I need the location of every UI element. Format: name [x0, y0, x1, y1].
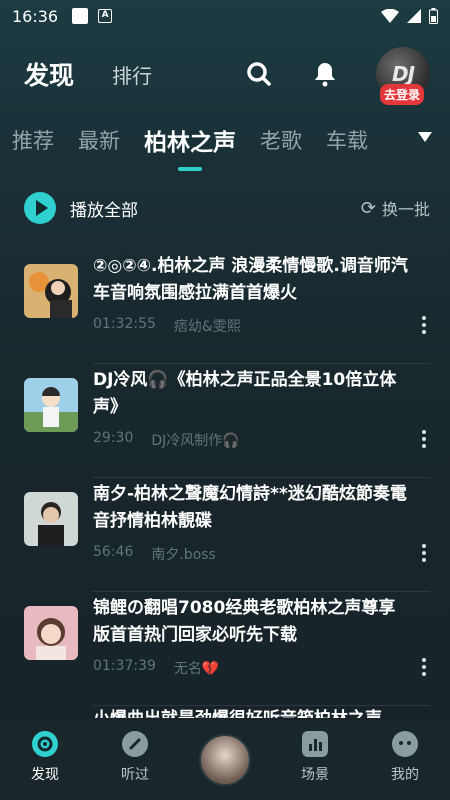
notification-button[interactable] [310, 59, 340, 89]
nav-label: 我的 [391, 767, 419, 783]
list-item[interactable]: 南夕-柏林之聲魔幻情詩**迷幻酷炫節奏電音抒情柏林靚碟 56:46 南夕.bos… [0, 478, 450, 592]
list-item[interactable]: ②◎②④.柏林之声 浪漫柔情慢歌.调音师汽车音响氛围感拉满首首爆火 01:32:… [0, 250, 450, 364]
song-cover [24, 264, 78, 318]
list-item[interactable]: 锦鲤の翻唱7080经典老歌柏林之声尊享版首首热门回家必听先下载 01:37:39… [0, 592, 450, 706]
login-badge[interactable]: 去登录 [380, 84, 425, 105]
status-bar: 16:36 A [0, 0, 450, 32]
tab-recommend[interactable]: 推荐 [12, 125, 54, 155]
discover-icon [32, 731, 58, 757]
nav-label: 场景 [301, 767, 329, 783]
song-title: 锦鲤の翻唱7080经典老歌柏林之声尊享版首首热门回家必听先下载 [93, 598, 396, 645]
song-title: 南夕-柏林之聲魔幻情詩**迷幻酷炫節奏電音抒情柏林靚碟 [93, 484, 407, 531]
more-options-icon[interactable] [422, 658, 426, 676]
profile-icon [392, 731, 418, 757]
song-title: DJ冷风🎧《柏林之声正品全景10倍立体声》 [93, 370, 397, 417]
song-artist: 南夕.boss [151, 547, 216, 563]
tab-old-songs[interactable]: 老歌 [260, 125, 302, 155]
refresh-icon: ⟳ [360, 197, 376, 219]
search-button[interactable] [244, 59, 274, 89]
more-options-icon[interactable] [422, 430, 426, 448]
more-options-icon[interactable] [422, 316, 426, 334]
song-list: ②◎②④.柏林之声 浪漫柔情慢歌.调音师汽车音响氛围感拉满首首爆火 01:32:… [0, 250, 450, 706]
tab-discover[interactable]: 发现 [24, 56, 74, 92]
nav-now-playing[interactable] [180, 720, 270, 800]
song-cover [24, 492, 78, 546]
bell-icon [315, 63, 335, 87]
wifi-icon [381, 9, 399, 23]
category-tabs: 推荐 最新 柏林之声 老歌 车载 [12, 120, 450, 171]
play-all-button[interactable]: 播放全部 [70, 196, 138, 221]
nav-label: 听过 [121, 767, 149, 783]
nav-profile[interactable]: 我的 [360, 720, 450, 800]
song-cover [24, 378, 78, 432]
play-all-icon[interactable] [24, 192, 56, 224]
now-playing-avatar [199, 734, 251, 786]
status-time: 16:36 [12, 6, 59, 26]
tab-rank[interactable]: 排行 [112, 60, 152, 89]
partial-song-title[interactable]: 小爆曲出就是劲爆很好听音箱柏林之声 [93, 706, 382, 718]
history-icon [122, 731, 148, 757]
list-item[interactable]: DJ冷风🎧《柏林之声正品全景10倍立体声》 29:30 DJ冷风制作🎧 [0, 364, 450, 478]
song-cover [24, 606, 78, 660]
top-header: 发现 排行 DJ 去登录 [24, 47, 434, 105]
search-icon [247, 62, 271, 86]
nav-scene[interactable]: 场景 [270, 720, 360, 800]
scene-icon [302, 731, 328, 757]
song-artist: 痞幼&雯熙 [173, 319, 241, 335]
tab-car[interactable]: 车载 [326, 125, 368, 155]
song-meta: 01:32:55 痞幼&雯熙 [93, 316, 241, 336]
song-artist: DJ冷风制作🎧 [151, 433, 240, 449]
expand-categories-icon[interactable] [418, 132, 432, 142]
song-duration: 01:37:39 [93, 658, 156, 674]
user-avatar[interactable]: DJ 去登录 [376, 47, 430, 105]
tab-latest[interactable]: 最新 [78, 125, 120, 155]
song-duration: 56:46 [93, 544, 134, 560]
tab-berlin-sound[interactable]: 柏林之声 [144, 123, 236, 171]
header-icons: DJ 去登录 [244, 47, 434, 105]
song-meta: 29:30 DJ冷风制作🎧 [93, 430, 240, 450]
song-artist: 无名💔 [173, 661, 220, 677]
notification-square-icon [72, 8, 89, 24]
nav-label: 发现 [31, 767, 59, 783]
a-notification-icon: A [98, 9, 113, 23]
song-duration: 29:30 [93, 430, 134, 446]
nav-discover[interactable]: 发现 [0, 720, 90, 800]
battery-icon [429, 8, 438, 24]
play-all-row: 播放全部 ⟳ 换一批 [24, 190, 430, 226]
refresh-label: 换一批 [381, 200, 430, 219]
song-title: ②◎②④.柏林之声 浪漫柔情慢歌.调音师汽车音响氛围感拉满首首爆火 [93, 256, 408, 303]
more-options-icon[interactable] [422, 544, 426, 562]
song-meta: 56:46 南夕.boss [93, 544, 216, 564]
signal-icon [407, 9, 421, 23]
song-meta: 01:37:39 无名💔 [93, 658, 219, 678]
status-right [381, 8, 438, 24]
song-duration: 01:32:55 [93, 316, 156, 332]
nav-history[interactable]: 听过 [90, 720, 180, 800]
refresh-batch-button[interactable]: ⟳ 换一批 [361, 196, 430, 220]
bottom-nav: 发现 听过 场景 我的 [0, 720, 450, 800]
